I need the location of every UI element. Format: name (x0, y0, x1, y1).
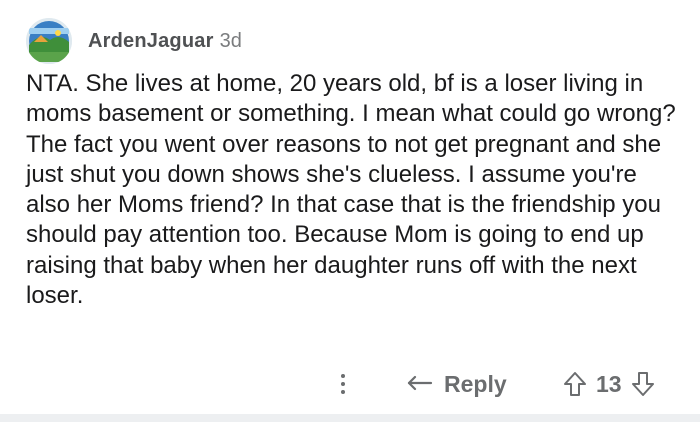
comment-card: ArdenJaguar 3d NTA. She lives at home, 2… (0, 0, 700, 414)
reply-arrow-icon (407, 375, 433, 391)
username[interactable]: ArdenJaguar (88, 30, 214, 53)
comment-timestamp: 3d (219, 29, 242, 52)
vote-score: 13 (596, 370, 622, 397)
more-options-button[interactable] (333, 370, 353, 398)
vote-controls: 13 (562, 364, 656, 404)
reply-button[interactable]: Reply (406, 364, 507, 404)
avatar-landscape-icon (26, 18, 72, 64)
comment-actions: Reply 13 (0, 364, 700, 404)
avatar[interactable] (26, 18, 72, 64)
comment-body: NTA. She lives at home, 20 years old, bf… (26, 70, 676, 310)
comment-header: ArdenJaguar 3d (26, 14, 242, 68)
reply-label: Reply (444, 370, 507, 397)
more-vertical-icon (341, 374, 345, 378)
comment-divider (0, 414, 700, 422)
upvote-arrow-icon[interactable] (562, 370, 588, 398)
downvote-arrow-icon[interactable] (630, 370, 656, 398)
